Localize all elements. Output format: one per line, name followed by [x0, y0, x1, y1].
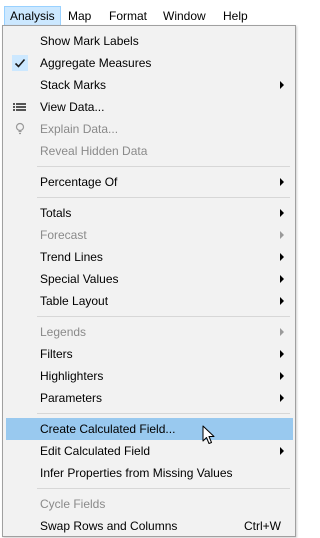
- menu-map[interactable]: Map: [63, 6, 96, 26]
- submenu-arrow-icon: [280, 81, 284, 89]
- submenu-arrow-icon: [280, 231, 284, 239]
- analysis-dropdown-menu: Show Mark Labels Aggregate Measures Stac…: [2, 25, 296, 537]
- submenu-arrow-icon: [280, 328, 284, 336]
- menu-item-table-layout[interactable]: Table Layout: [6, 290, 293, 312]
- submenu-arrow-icon: [280, 394, 284, 402]
- menu-item-label: Create Calculated Field...: [40, 422, 176, 436]
- menu-item-percentage-of[interactable]: Percentage Of: [6, 171, 293, 193]
- menu-separator: [37, 197, 290, 198]
- menu-item-legends: Legends: [6, 321, 293, 343]
- submenu-arrow-icon: [280, 275, 284, 283]
- submenu-arrow-icon: [280, 447, 284, 455]
- menu-item-explain-data: Explain Data...: [6, 118, 293, 140]
- menu-item-label: Edit Calculated Field: [40, 444, 151, 458]
- menu-item-create-calculated-field[interactable]: Create Calculated Field...: [6, 418, 293, 440]
- menu-item-label: Trend Lines: [40, 250, 103, 264]
- submenu-arrow-icon: [280, 297, 284, 305]
- menu-item-parameters[interactable]: Parameters: [6, 387, 293, 409]
- menu-item-show-mark-labels[interactable]: Show Mark Labels: [6, 30, 293, 52]
- menu-item-highlighters[interactable]: Highlighters: [6, 365, 293, 387]
- menu-item-label: Infer Properties from Missing Values: [40, 466, 233, 480]
- submenu-arrow-icon: [280, 372, 284, 380]
- menu-separator: [37, 166, 290, 167]
- menu-item-trend-lines[interactable]: Trend Lines: [6, 246, 293, 268]
- menu-item-stack-marks[interactable]: Stack Marks: [6, 74, 293, 96]
- menu-format-label: Format: [109, 9, 148, 23]
- menu-item-label: Explain Data...: [40, 122, 119, 136]
- menu-item-label: Stack Marks: [40, 78, 107, 92]
- submenu-arrow-icon: [280, 178, 284, 186]
- menu-item-label: Show Mark Labels: [40, 34, 139, 48]
- menu-item-label: Percentage Of: [40, 175, 118, 189]
- menu-item-shortcut: Ctrl+W: [244, 519, 281, 533]
- menu-item-special-values[interactable]: Special Values: [6, 268, 293, 290]
- menu-separator: [37, 316, 290, 317]
- menu-item-label: Table Layout: [40, 294, 109, 308]
- menu-item-aggregate-measures[interactable]: Aggregate Measures: [6, 52, 293, 74]
- mouse-pointer-icon: [202, 425, 216, 445]
- menu-item-infer-properties[interactable]: Infer Properties from Missing Values: [6, 462, 293, 484]
- menu-item-label: Filters: [40, 347, 73, 361]
- menu-item-swap-rows-columns[interactable]: Swap Rows and Columns Ctrl+W: [6, 515, 293, 537]
- menu-item-totals[interactable]: Totals: [6, 202, 293, 224]
- menu-separator: [37, 413, 290, 414]
- menu-format[interactable]: Format: [104, 6, 152, 26]
- menu-window-label: Window: [163, 9, 206, 23]
- table-icon: [12, 99, 28, 115]
- submenu-arrow-icon: [280, 209, 284, 217]
- menu-item-label: Highlighters: [40, 369, 104, 383]
- menu-item-label: Totals: [40, 206, 72, 220]
- menu-item-label: Cycle Fields: [40, 497, 106, 511]
- menu-item-label: Aggregate Measures: [40, 56, 152, 70]
- menu-separator: [37, 488, 290, 489]
- lightbulb-icon: [12, 121, 28, 137]
- menu-item-label: Forecast: [40, 228, 87, 242]
- menu-window[interactable]: Window: [158, 6, 211, 26]
- menu-item-label: Parameters: [40, 391, 103, 405]
- menu-analysis-label: Analysis: [10, 9, 55, 23]
- menu-item-label: Reveal Hidden Data: [40, 144, 148, 158]
- menu-help[interactable]: Help: [218, 6, 253, 26]
- menu-item-forecast: Forecast: [6, 224, 293, 246]
- menu-item-edit-calculated-field[interactable]: Edit Calculated Field: [6, 440, 293, 462]
- menu-map-label: Map: [68, 9, 92, 23]
- menu-item-label: Legends: [40, 325, 87, 339]
- menu-item-cycle-fields: Cycle Fields: [6, 493, 293, 515]
- menu-item-reveal-hidden-data: Reveal Hidden Data: [6, 140, 293, 162]
- menu-analysis[interactable]: Analysis: [4, 6, 61, 26]
- menu-item-label: Special Values: [40, 272, 119, 286]
- submenu-arrow-icon: [280, 253, 284, 261]
- menu-item-filters[interactable]: Filters: [6, 343, 293, 365]
- checkmark-icon: [12, 55, 28, 71]
- menu-item-label: Swap Rows and Columns: [40, 519, 178, 533]
- submenu-arrow-icon: [280, 350, 284, 358]
- menu-item-view-data[interactable]: View Data...: [6, 96, 293, 118]
- menu-help-label: Help: [223, 9, 248, 23]
- menu-item-label: View Data...: [40, 100, 105, 114]
